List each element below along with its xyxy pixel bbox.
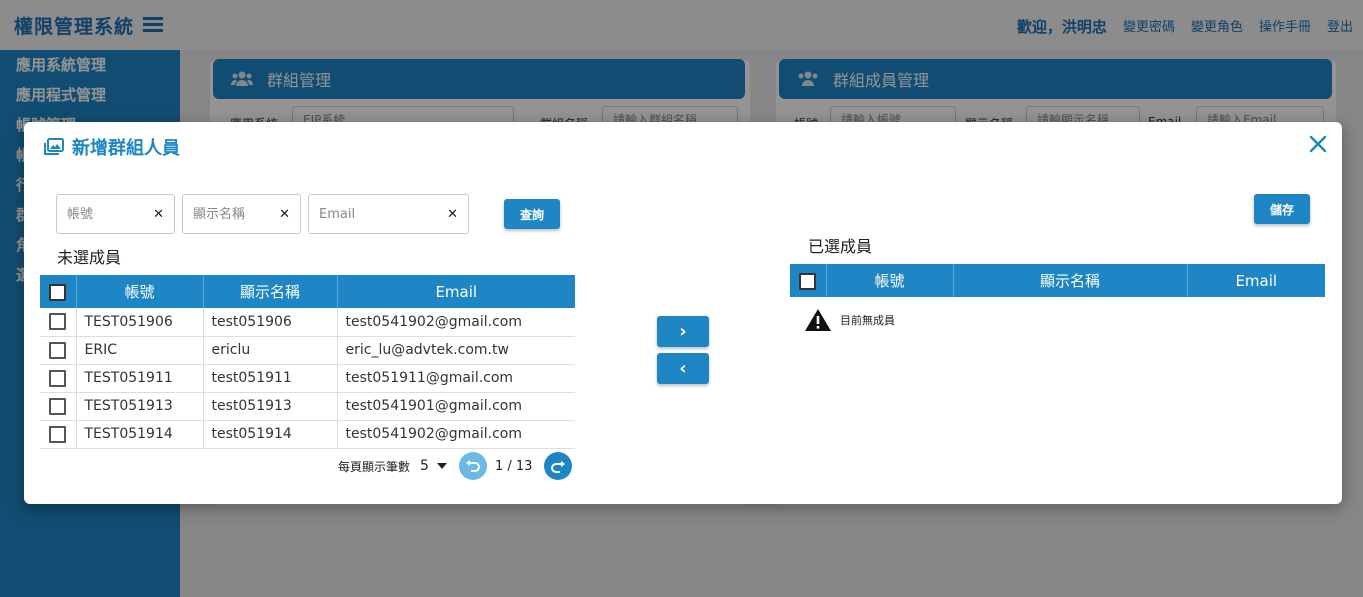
display-name-cell: test051914 (203, 420, 338, 449)
dialog-title: 新增群組人員 (72, 138, 180, 159)
column-header-account[interactable]: 帳號 (826, 264, 954, 297)
chevron-right-icon: › (679, 321, 687, 342)
row-checkbox[interactable] (49, 369, 67, 387)
per-page-select[interactable]: 5 (420, 458, 429, 474)
row-checkbox[interactable] (49, 425, 67, 443)
display-name-cell: test051913 (203, 392, 338, 421)
email-cell: eric_lu@advtek.com.tw (337, 336, 575, 365)
account-cell: TEST051913 (76, 392, 204, 421)
display-name-cell: test051911 (203, 364, 338, 393)
column-header-display-name[interactable]: 顯示名稱 (953, 264, 1188, 297)
save-button[interactable]: 儲存 (1254, 194, 1310, 224)
table-row[interactable]: ERIC ericlu eric_lu@advtek.com.tw (40, 336, 575, 365)
account-filter-input[interactable] (67, 206, 145, 222)
display-name-filter[interactable]: ✕ (182, 194, 301, 234)
clear-email-icon[interactable]: ✕ (447, 207, 458, 222)
clear-display-name-icon[interactable]: ✕ (279, 207, 290, 222)
table-row[interactable]: TEST051914 test051914 test0541902@gmail.… (40, 420, 575, 449)
display-name-cell: test051906 (203, 308, 338, 337)
empty-state: 目前無成員 (804, 308, 895, 332)
selected-members-table: 帳號 顯示名稱 Email (790, 264, 1325, 297)
table-row[interactable]: TEST051911 test051911 test051911@gmail.c… (40, 364, 575, 393)
add-group-member-dialog: 新增群組人員 ✕ ✕ ✕ 查詢 儲存 未選成員 已選成員 帳號 顯示名稱 Ema… (24, 122, 1342, 504)
select-all-checkbox[interactable] (49, 283, 67, 301)
query-button[interactable]: 查詢 (504, 199, 560, 229)
email-filter[interactable]: ✕ (308, 194, 469, 234)
redo-icon (551, 461, 566, 473)
next-page-button[interactable] (544, 452, 573, 480)
select-all-checkbox[interactable] (799, 272, 817, 290)
email-cell: test0541901@gmail.com (337, 392, 575, 421)
table-row[interactable]: TEST051906 test051906 test0541902@gmail.… (40, 308, 575, 337)
account-cell: TEST051911 (76, 364, 204, 393)
row-checkbox[interactable] (49, 341, 67, 359)
account-cell: TEST051914 (76, 420, 204, 449)
warning-icon (805, 309, 831, 331)
email-cell: test0541902@gmail.com (337, 308, 575, 337)
page-indicator: 1 / 13 (494, 458, 533, 474)
row-checkbox[interactable] (49, 397, 67, 415)
column-header-display-name[interactable]: 顯示名稱 (203, 275, 338, 308)
pagination: 每頁顯示筆數 5 1 / 13 (338, 452, 573, 480)
previous-page-button[interactable] (458, 452, 487, 480)
dialog-header: 新增群組人員 (44, 134, 180, 160)
empty-state-text: 目前無成員 (840, 314, 895, 327)
move-right-button[interactable]: › (657, 316, 709, 347)
images-icon (44, 138, 64, 155)
chevron-left-icon: ‹ (679, 358, 687, 379)
undo-icon (465, 460, 480, 472)
table-row[interactable]: TEST051913 test051913 test0541901@gmail.… (40, 392, 575, 421)
close-icon[interactable] (1306, 132, 1330, 156)
unselected-members-table: 帳號 顯示名稱 Email TEST051906 test051906 test… (40, 275, 575, 449)
chevron-down-icon[interactable] (436, 463, 447, 469)
email-cell: test051911@gmail.com (337, 364, 575, 393)
clear-account-icon[interactable]: ✕ (153, 207, 164, 222)
row-checkbox[interactable] (49, 313, 67, 331)
account-cell: TEST051906 (76, 308, 204, 337)
account-filter[interactable]: ✕ (56, 194, 175, 234)
display-name-filter-input[interactable] (193, 206, 271, 222)
column-header-email[interactable]: Email (337, 275, 575, 308)
move-left-button[interactable]: ‹ (657, 353, 709, 384)
selected-members-title: 已選成員 (808, 237, 873, 256)
email-filter-input[interactable] (319, 206, 431, 222)
column-header-email[interactable]: Email (1187, 264, 1325, 297)
email-cell: test0541902@gmail.com (337, 420, 575, 449)
display-name-cell: ericlu (203, 336, 338, 365)
account-cell: ERIC (76, 336, 204, 365)
column-header-account[interactable]: 帳號 (76, 275, 204, 308)
per-page-label: 每頁顯示筆數 (338, 459, 411, 474)
unselected-members-title: 未選成員 (57, 248, 122, 267)
